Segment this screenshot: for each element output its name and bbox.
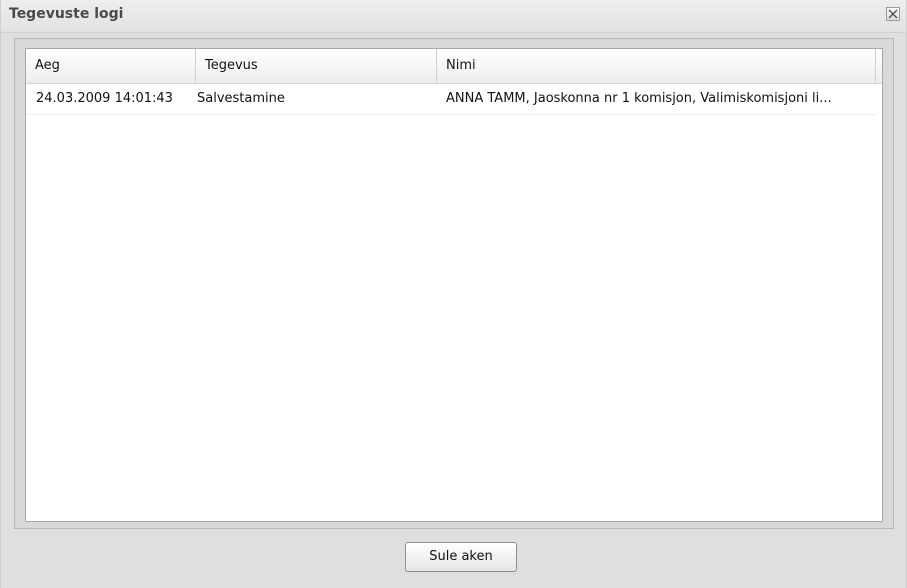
close-icon	[888, 9, 898, 19]
column-header-time[interactable]: Aeg	[26, 49, 196, 83]
table-row[interactable]: 24.03.2009 14:01:43 Salvestamine ANNA TA…	[26, 84, 876, 115]
dialog-title: Tegevuste logi	[9, 6, 124, 22]
cell-name: ANNA TAMM, Jaoskonna nr 1 komisjon, Vali…	[446, 91, 832, 106]
close-window-button[interactable]: Sule aken	[405, 542, 517, 572]
dialog-titlebar[interactable]: Tegevuste logi	[1, 0, 906, 33]
column-header-action[interactable]: Tegevus	[196, 49, 437, 83]
column-header-name[interactable]: Nimi	[437, 49, 876, 83]
table-header: Aeg Tegevus Nimi	[26, 49, 882, 84]
activity-log-dialog: Tegevuste logi Aeg Tegevus Nimi 24.03.20…	[0, 0, 907, 588]
cell-time: 24.03.2009 14:01:43	[36, 91, 173, 106]
cell-action: Salvestamine	[197, 91, 285, 106]
log-table: Aeg Tegevus Nimi 24.03.2009 14:01:43 Sal…	[25, 48, 883, 522]
content-frame: Aeg Tegevus Nimi 24.03.2009 14:01:43 Sal…	[14, 38, 894, 529]
column-header-spacer	[876, 49, 882, 83]
close-dialog-button[interactable]	[886, 7, 900, 21]
